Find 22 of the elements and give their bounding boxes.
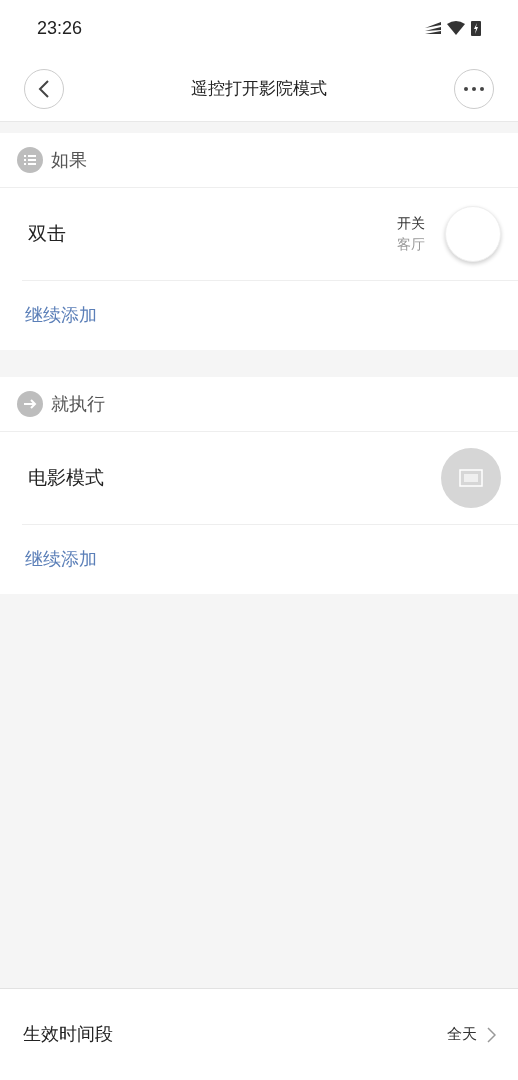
scene-icon [441, 448, 501, 508]
wifi-icon [447, 21, 465, 35]
time-range-value: 全天 [447, 1024, 477, 1045]
battery-icon [471, 20, 481, 36]
arrow-right-icon [17, 391, 43, 417]
chevron-right-icon [487, 1026, 496, 1043]
rule-item[interactable]: 双击 开关 客厅 [22, 188, 518, 281]
page-title: 遥控打开影院模式 [191, 77, 327, 100]
signal-icon [425, 22, 441, 34]
add-more-link[interactable]: 继续添加 [25, 302, 97, 329]
time-range-row[interactable]: 生效时间段 全天 [0, 988, 518, 1080]
section-heading: 就执行 [51, 392, 105, 416]
wireless-button-icon [445, 206, 501, 262]
room-name: 客厅 [397, 235, 425, 254]
add-more-link[interactable]: 继续添加 [25, 546, 97, 573]
back-icon [38, 79, 50, 98]
rule-item[interactable]: 电影模式 [22, 432, 518, 525]
more-icon [464, 86, 484, 91]
list-icon [17, 147, 43, 173]
section-heading: 如果 [51, 148, 87, 172]
device-name: 开关 [397, 214, 425, 233]
status-time: 23:26 [37, 16, 83, 40]
